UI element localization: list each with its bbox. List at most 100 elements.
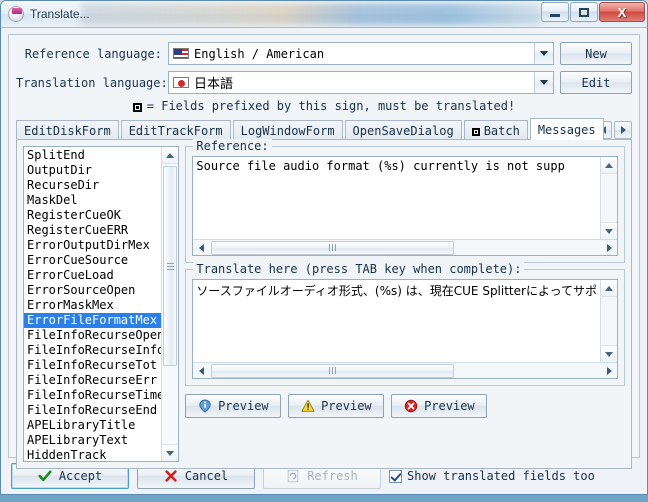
list-item[interactable]: SplitEnd	[24, 148, 161, 163]
checkbox-icon[interactable]	[389, 469, 402, 483]
list-item[interactable]: ErrorMaskMex	[24, 298, 161, 313]
translate-window: Translate... X Reference language: Engli…	[0, 0, 648, 495]
reference-horizontal-scrollbar[interactable]	[193, 239, 617, 255]
maximize-button[interactable]	[570, 2, 598, 22]
reference-language-combo[interactable]: English / American	[168, 42, 554, 65]
list-item[interactable]: RecurseDir	[24, 178, 161, 193]
list-scroll-thumb[interactable]	[163, 166, 178, 366]
translation-note-text: = Fields prefixed by this sign, must be …	[146, 99, 516, 113]
refresh-icon	[287, 469, 299, 483]
close-button[interactable]: X	[599, 2, 645, 22]
tab-editdiskform[interactable]: EditDiskForm	[16, 120, 119, 140]
list-item[interactable]: ErrorCueLoad	[24, 268, 161, 283]
cancel-label: Cancel	[184, 469, 229, 483]
message-keys-list[interactable]: SplitEnd OutputDir RecurseDir MaskDel Re…	[24, 147, 162, 461]
tab-label: LogWindowForm	[240, 123, 335, 138]
translate-memo[interactable]: ソースファイルオーディオ形式、(%s) は、現在CUE Splitterによって…	[192, 279, 618, 379]
tab-logwindowform[interactable]: LogWindowForm	[232, 120, 343, 140]
reference-memo[interactable]: Source file audio format (%s) currently …	[192, 156, 618, 256]
list-scroll-track[interactable]	[162, 164, 179, 444]
chevron-down-icon	[540, 51, 548, 56]
translate-hscroll-left-button[interactable]	[193, 363, 209, 378]
reference-scroll-up-button[interactable]	[601, 157, 617, 174]
reference-hscroll-track[interactable]	[209, 240, 601, 255]
reference-scroll-down-button[interactable]	[601, 222, 617, 239]
refresh-label: Refresh	[307, 469, 358, 483]
reference-hscroll-thumb[interactable]	[211, 240, 455, 255]
reference-hscroll-right-button[interactable]	[601, 240, 617, 255]
translate-hscroll-track[interactable]	[209, 363, 601, 378]
translation-language-combo[interactable]: 日本語	[168, 71, 554, 94]
window-title: Translate...	[30, 7, 90, 21]
list-item[interactable]: RegisterCueERR	[24, 223, 161, 238]
list-vertical-scrollbar[interactable]	[161, 147, 179, 461]
arrow-down-icon	[166, 450, 175, 456]
list-item[interactable]: ErrorOutputDirMex	[24, 238, 161, 253]
list-item[interactable]: FileInfoRecurseOpen	[24, 328, 161, 343]
translate-hscroll-right-button[interactable]	[601, 363, 617, 378]
maximize-icon	[579, 7, 589, 17]
reference-language-value: English / American	[194, 46, 325, 61]
list-item[interactable]: HiddenTrack	[24, 448, 161, 461]
tab-edittrackform[interactable]: EditTrackForm	[120, 120, 231, 140]
arrow-left-icon	[198, 366, 204, 375]
show-translated-fields-label: Show translated fields too	[407, 469, 595, 483]
translate-scroll-up-button[interactable]	[601, 280, 617, 297]
preview-buttons-row: Preview Preview Preview	[185, 394, 625, 418]
tab-batch[interactable]: Batch	[463, 120, 528, 140]
translation-combo-arrow[interactable]	[534, 72, 553, 93]
translate-vertical-scrollbar[interactable]	[600, 280, 617, 362]
tab-scroll-right-button[interactable]	[614, 121, 632, 139]
message-keys-listbox[interactable]: SplitEnd OutputDir RecurseDir MaskDel Re…	[23, 146, 180, 462]
editor-column: Reference: Source file audio format (%s)…	[185, 139, 625, 462]
arrow-left-icon	[198, 243, 204, 252]
cross-icon	[165, 470, 177, 482]
translate-input[interactable]: ソースファイルオーディオ形式、(%s) は、現在CUE Splitterによって…	[193, 280, 600, 362]
edit-language-button[interactable]: Edit	[560, 71, 632, 94]
list-item[interactable]: APELibraryTitle	[24, 418, 161, 433]
list-item[interactable]: FileInfoRecurseEnd	[24, 403, 161, 418]
tab-messages[interactable]: Messages	[529, 118, 604, 140]
list-scroll-up-button[interactable]	[162, 147, 179, 164]
preview-label: Preview	[218, 399, 269, 413]
grip-icon	[329, 367, 337, 374]
list-item[interactable]: RegisterCueOK	[24, 208, 161, 223]
list-item[interactable]: MaskDel	[24, 193, 161, 208]
arrow-right-icon	[606, 366, 612, 375]
arrow-down-icon	[605, 228, 613, 234]
jp-flag-icon	[173, 77, 189, 88]
list-item[interactable]: ErrorSourceOpen	[24, 283, 161, 298]
minimize-button[interactable]	[541, 2, 569, 22]
list-item[interactable]: FileInfoRecurseErr	[24, 373, 161, 388]
list-item[interactable]: FileInfoRecurseTot	[24, 358, 161, 373]
list-item[interactable]: OutputDir	[24, 163, 161, 178]
preview-warning-button[interactable]: Preview	[288, 394, 385, 418]
translate-horizontal-scrollbar[interactable]	[193, 362, 617, 378]
new-language-button[interactable]: New	[560, 42, 632, 65]
reference-memo-body: Source file audio format (%s) currently …	[193, 157, 617, 239]
reference-vertical-scrollbar[interactable]	[600, 157, 617, 239]
translate-scroll-down-button[interactable]	[601, 345, 617, 362]
list-item[interactable]: FileInfoRecurseInfo	[24, 343, 161, 358]
us-flag-icon	[173, 48, 189, 59]
preview-error-button[interactable]: Preview	[391, 394, 488, 418]
show-translated-fields-checkbox[interactable]: Show translated fields too	[389, 469, 595, 483]
list-item[interactable]: FileInfoRecurseTime	[24, 388, 161, 403]
reference-combo-arrow[interactable]	[534, 43, 553, 64]
tab-opensavedialog[interactable]: OpenSaveDialog	[344, 120, 462, 140]
translate-hscroll-thumb[interactable]	[211, 363, 455, 378]
list-item[interactable]: ErrorCueSource	[24, 253, 161, 268]
tab-label: Batch	[483, 123, 520, 138]
arrow-up-icon	[605, 162, 613, 168]
list-item[interactable]: APELibraryText	[24, 433, 161, 448]
translate-groupbox: Translate here (press TAB key when compl…	[185, 262, 625, 386]
list-scroll-down-button[interactable]	[162, 444, 179, 461]
minimize-icon	[550, 13, 560, 17]
tab-label: EditTrackForm	[128, 123, 223, 138]
reference-hscroll-left-button[interactable]	[193, 240, 209, 255]
grip-icon	[329, 244, 337, 251]
preview-info-button[interactable]: Preview	[185, 394, 282, 418]
list-item-selected[interactable]: ErrorFileFormatMex	[24, 313, 162, 328]
translation-language-value: 日本語	[194, 77, 234, 92]
title-bar[interactable]: Translate... X	[1, 1, 647, 28]
